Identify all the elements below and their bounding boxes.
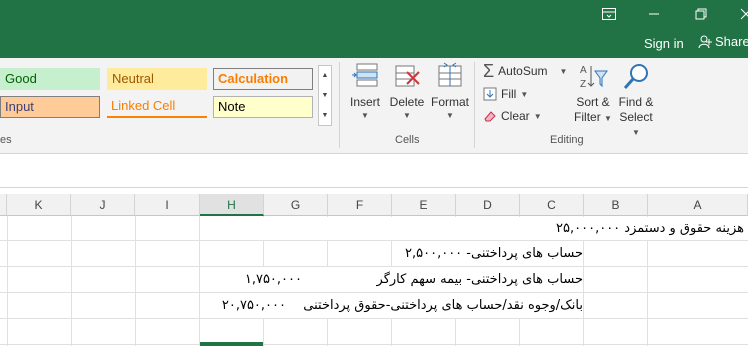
format-button[interactable]: Format ▼ — [429, 62, 471, 120]
grid-line — [135, 216, 136, 346]
cell-h4[interactable]: ۲۰,۷۵۰,۰۰۰ — [222, 298, 286, 313]
column-header-d[interactable]: D — [456, 194, 520, 216]
cell-g3[interactable]: ۱,۷۵۰,۰۰۰ — [245, 272, 302, 287]
title-bar: Sign in Share — [0, 0, 748, 58]
delete-label: Delete — [389, 95, 425, 109]
format-label: Format — [430, 95, 469, 109]
fill-button[interactable]: Fill ▼ — [483, 87, 528, 101]
clear-dropdown-icon: ▼ — [533, 111, 542, 121]
style-note[interactable]: Note — [213, 96, 313, 118]
insert-dropdown-icon: ▼ — [361, 111, 369, 120]
clear-button[interactable]: Clear ▼ — [483, 109, 542, 123]
column-header-i[interactable]: I — [135, 194, 200, 216]
sort-filter-dropdown-icon: ▼ — [604, 114, 612, 123]
cells-group-label: Cells — [395, 134, 420, 146]
style-neutral[interactable]: Neutral — [107, 68, 207, 90]
worksheet-grid[interactable]: K J I H G F E D C B A هزینه حقوق و دستمز… — [0, 194, 748, 346]
group-separator — [339, 62, 340, 148]
share-button[interactable]: Share — [698, 34, 748, 49]
insert-label: Insert — [349, 95, 380, 109]
styles-group-label: es — [0, 134, 12, 146]
column-header-h[interactable]: H — [200, 194, 264, 216]
style-input[interactable]: Input — [0, 96, 100, 118]
delete-button[interactable]: Delete ▼ — [387, 62, 427, 120]
cell-c4[interactable]: بانک/وجوه نقد/حساب های پرداختنی-حقوق پرد… — [303, 298, 583, 313]
fill-down-icon — [483, 87, 497, 101]
format-cells-icon — [438, 62, 462, 87]
column-header-a[interactable]: A — [648, 194, 748, 216]
ribbon-display-options-icon[interactable] — [597, 4, 621, 24]
minimize-icon[interactable] — [642, 4, 666, 24]
delete-cells-icon — [395, 65, 420, 87]
close-icon[interactable] — [734, 4, 748, 24]
fill-label: Fill — [501, 87, 517, 101]
magnifier-icon — [623, 64, 648, 89]
grid-line — [71, 216, 72, 346]
insert-button[interactable]: Insert ▼ — [345, 62, 385, 120]
sign-in-link[interactable]: Sign in — [644, 36, 684, 51]
column-header-j[interactable]: J — [71, 194, 135, 216]
style-linked-cell[interactable]: Linked Cell — [107, 96, 207, 118]
autosum-label: AutoSum — [498, 64, 548, 78]
sort-filter-label-2: Filter — [574, 110, 601, 124]
find-select-label-2: Select — [619, 110, 653, 124]
grid-line — [0, 344, 748, 345]
format-dropdown-icon: ▼ — [446, 111, 454, 120]
scroll-down-icon[interactable]: ▼ — [319, 86, 331, 106]
scroll-up-icon[interactable]: ▲ — [319, 66, 331, 86]
column-header-b[interactable]: B — [584, 194, 648, 216]
column-header-g[interactable]: G — [264, 194, 328, 216]
column-header-k[interactable]: K — [7, 194, 71, 216]
find-select-button[interactable]: Find & Select ▼ — [615, 62, 657, 138]
style-good[interactable]: Good — [0, 68, 100, 90]
grid-line — [0, 318, 748, 319]
sort-filter-label-1: Sort & — [576, 95, 610, 109]
sort-filter-button[interactable]: AZ Sort & Filter ▼ — [572, 62, 614, 124]
find-select-dropdown-icon: ▼ — [632, 128, 640, 137]
excel-window: Sign in Share Good Neutral Calculation I… — [0, 0, 748, 346]
autosum-button[interactable]: Σ AutoSum ▼ — [483, 61, 568, 81]
svg-text:A: A — [580, 65, 587, 76]
autosum-dropdown-icon: ▼ — [559, 66, 568, 76]
restore-icon[interactable] — [689, 4, 713, 24]
fill-dropdown-icon: ▼ — [520, 89, 529, 99]
group-separator — [474, 62, 475, 148]
column-header-f[interactable]: F — [328, 194, 392, 216]
eraser-icon — [484, 111, 496, 122]
cell-c3[interactable]: حساب های پرداختنی- بیمه سهم کارگر — [377, 272, 583, 287]
grid-line — [7, 216, 8, 346]
person-icon — [698, 35, 712, 48]
editing-group-label: Editing — [550, 134, 584, 146]
grid-line — [0, 240, 748, 241]
cell-c2[interactable]: حساب های پرداختنی- ۲,۵۰۰,۰۰۰ — [405, 246, 583, 261]
column-header-partial[interactable] — [0, 194, 7, 216]
insert-cells-icon — [352, 63, 378, 87]
cell-a1[interactable]: هزینه حقوق و دستمزد ۲۵,۰۰۰,۰۰۰ — [556, 221, 744, 236]
selected-cell-indicator — [200, 342, 263, 346]
ribbon: Good Neutral Calculation Input Linked Ce… — [0, 58, 748, 154]
formula-bar[interactable] — [0, 160, 748, 188]
clear-label: Clear — [501, 109, 530, 123]
more-styles-icon[interactable]: ▼ — [319, 106, 331, 126]
sort-filter-icon: AZ — [580, 65, 608, 90]
delete-dropdown-icon: ▼ — [403, 111, 411, 120]
styles-gallery-scroll[interactable]: ▲ ▼ ▼ — [318, 65, 332, 126]
find-select-label-1: Find & — [618, 95, 654, 109]
share-label: Share — [715, 34, 748, 49]
column-header-e[interactable]: E — [392, 194, 456, 216]
sigma-icon: Σ — [483, 61, 495, 81]
svg-text:Z: Z — [580, 79, 586, 90]
column-header-c[interactable]: C — [520, 194, 584, 216]
style-calculation[interactable]: Calculation — [213, 68, 313, 90]
